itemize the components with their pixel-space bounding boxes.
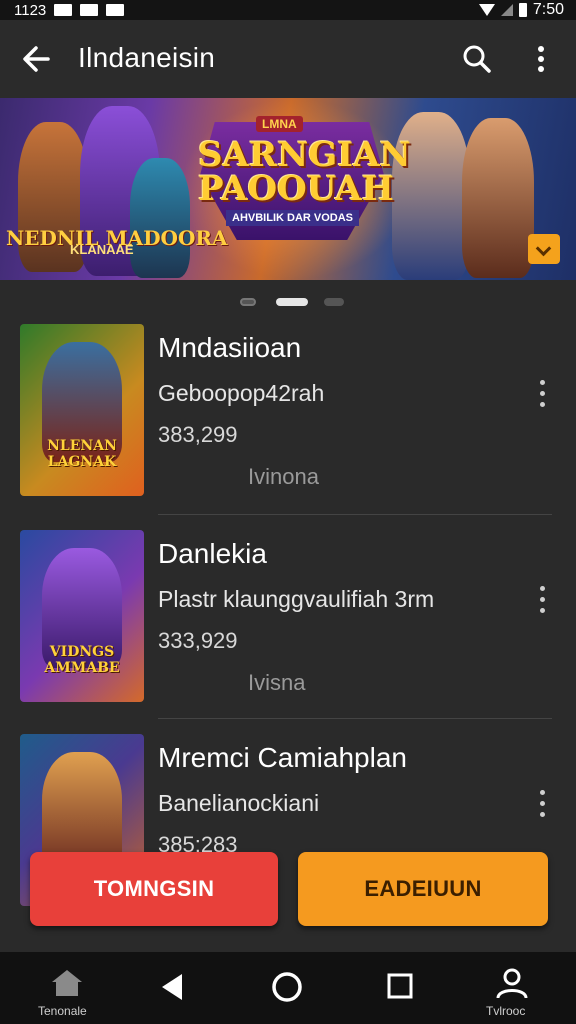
game-thumbnail[interactable]: VIDNGS AMMABE [20,530,144,702]
page-title: Ilndaneisin [78,42,216,73]
more-vert-icon[interactable] [532,790,552,820]
thumbnail-label: VIDNGS AMMABE [44,644,120,676]
home-icon [52,970,82,996]
home-circle-icon [272,972,302,1002]
page-dot-active[interactable] [276,298,308,306]
banner-left-subtitle: KLANAAE [70,242,134,257]
page-dot[interactable] [324,298,344,306]
game-name: Danlekia [158,538,267,569]
nav-recents[interactable] [380,952,420,1024]
wifi-icon [478,4,495,16]
status-left: 1123 [14,0,125,20]
nav-profile[interactable]: Tvlrooc [480,952,544,1024]
banner-logo-subtitle: AHVBILIK DAR VODAS [226,210,360,226]
banner-logo-top: LMNA [256,116,303,132]
nav-home-label: Tenonale [38,1004,87,1018]
status-time-right: 7:50 [532,1,564,18]
bottom-nav-bar: Tenonale Tvlrooc [0,952,576,1024]
more-vert-icon[interactable] [526,40,556,78]
banner-logo-title: SARNGIAN PAOOUAH [198,135,411,209]
game-subtitle: Plastr klaunggvaulifiah 3rm [158,586,435,612]
banner-logo-line: SARNGIAN [198,135,411,175]
nav-home-button[interactable] [266,952,310,1024]
game-name: Mremci Camiahplan [158,742,407,773]
nav-home[interactable]: Tenonale [30,952,106,1024]
banner-character [462,118,534,278]
back-arrow-icon[interactable] [18,40,56,78]
secondary-action-button[interactable]: EADEIUUN [298,852,548,926]
banner-page-indicator [0,294,576,310]
list-item[interactable]: NLENAN LAGNAK Mndasiioan Geboopop42rah 3… [0,324,576,524]
list-item[interactable]: VIDNGS AMMABE Danlekia Plastr klaunggvau… [0,530,576,730]
game-count: 333,929 [158,628,238,653]
recents-square-icon [387,973,413,999]
primary-action-button[interactable]: TOMNGSIN [30,852,278,926]
chevron-down-icon[interactable] [528,234,560,264]
game-name: Mndasiioan [158,332,302,363]
status-time-left: 1123 [14,1,47,19]
game-meta: Ivisna [248,670,306,695]
page-dot[interactable] [240,298,256,306]
divider [158,718,552,719]
notification-icon [80,4,99,16]
app-bar: Ilndaneisin [0,20,576,98]
notification-icon [54,4,73,16]
game-count: 383,299 [158,422,238,447]
divider [158,514,552,515]
promo-banner[interactable]: LMNA SARNGIAN PAOOUAH AHVBILIK DAR VODAS… [0,98,576,280]
profile-icon [496,968,528,999]
status-bar: 1123 7:50 [0,0,576,20]
thumbnail-label: NLENAN LAGNAK [47,438,117,470]
game-subtitle: Banelianockiani [158,790,320,816]
battery-icon [518,3,527,17]
game-meta: Ivinona [248,464,319,489]
back-triangle-icon [162,974,182,1000]
notification-icon [106,4,125,16]
banner-character [130,158,190,278]
nav-profile-label: Tvlrooc [486,1004,526,1018]
status-right: 7:50 [478,0,564,20]
banner-logo-line: PAOOUAH [198,169,394,209]
nav-back[interactable] [150,952,194,1024]
signal-icon [500,4,513,16]
search-icon[interactable] [458,40,496,78]
more-vert-icon[interactable] [532,380,552,410]
game-thumbnail[interactable]: NLENAN LAGNAK [20,324,144,496]
game-subtitle: Geboopop42rah [158,380,325,406]
more-vert-icon[interactable] [532,586,552,616]
